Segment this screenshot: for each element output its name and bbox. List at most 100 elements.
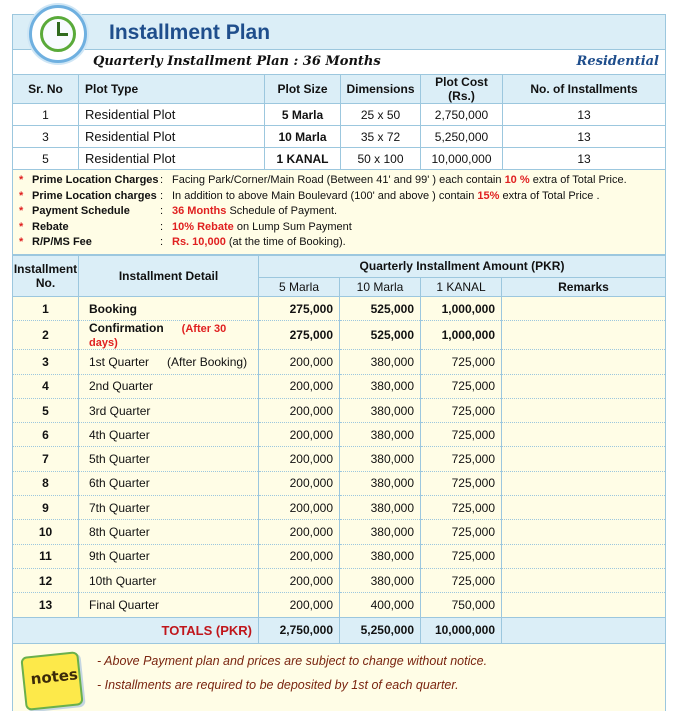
- installment-label: Booking: [89, 301, 137, 316]
- installment-label: 7th Quarter: [89, 500, 150, 515]
- installment-detail: 6th Quarter: [78, 470, 259, 497]
- installment-row: 9 7th Quarter 200,000 380,000 725,000: [12, 495, 666, 521]
- colon-separator: :: [160, 189, 164, 202]
- total-5-marla: 2,750,000: [258, 616, 340, 644]
- remarks-cell: [501, 373, 666, 399]
- installment-detail: Final Quarter: [78, 592, 259, 618]
- remarks-header: Remarks: [501, 276, 666, 297]
- total-10-marla: 5,250,000: [339, 616, 421, 644]
- remarks-cell: [501, 519, 666, 545]
- installment-detail: 7th Quarter: [78, 495, 259, 521]
- amount-header: Quarterly Installment Amount (PKR): [258, 254, 666, 278]
- plot-sr-no: 1: [12, 103, 79, 126]
- installment-detail: Confirmation (After 30 days): [78, 320, 259, 351]
- amount-1-kanal: 725,000: [420, 373, 502, 399]
- subtitle-bar: Quarterly Installment Plan : 36 Months R…: [12, 50, 666, 74]
- amount-10-marla: 380,000: [339, 349, 421, 375]
- charge-key: Prime Location charges: [32, 189, 157, 202]
- installment-no: 13: [12, 592, 79, 618]
- amount-1-kanal: 725,000: [420, 349, 502, 375]
- installment-label: Final Quarter: [89, 597, 160, 612]
- amount-10-marla: 380,000: [339, 397, 421, 424]
- remarks-cell: [501, 422, 666, 448]
- plan-category: Residential: [576, 54, 659, 69]
- plot-cost: 2,750,000: [420, 103, 503, 126]
- size-header: 10 Marla: [339, 276, 421, 297]
- plan-subtitle: Quarterly Installment Plan : 36 Months: [93, 54, 381, 69]
- bullet-icon: *: [19, 189, 24, 202]
- installment-label: 2nd Quarter: [89, 379, 154, 394]
- header-bar: Installment Plan: [12, 5, 666, 63]
- amount-5-marla: 200,000: [258, 592, 340, 618]
- installment-label: 4th Quarter: [89, 427, 150, 442]
- total-1-kanal: 10,000,000: [420, 616, 502, 644]
- installment-row: 4 2nd Quarter 200,000 380,000 725,000: [12, 373, 666, 399]
- charge-text: Facing Park/Corner/Main Road (Between 41…: [172, 174, 505, 186]
- installment-label: 8th Quarter: [89, 524, 150, 539]
- amount-10-marla: 380,000: [339, 422, 421, 448]
- bullet-icon: *: [19, 220, 24, 233]
- installment-note: (After Booking): [167, 354, 248, 369]
- installment-label: 1st Quarter: [89, 354, 150, 369]
- amount-1-kanal: 725,000: [420, 567, 502, 594]
- amount-1-kanal: 725,000: [420, 470, 502, 497]
- remarks-cell: [501, 320, 666, 351]
- charge-highlight: 10 %: [504, 174, 530, 186]
- installment-no: 8: [12, 470, 79, 497]
- bullet-icon: *: [19, 174, 24, 186]
- notes-icon: notes: [20, 650, 84, 711]
- col-header: Plot Cost (Rs.): [420, 74, 503, 104]
- amount-10-marla: 380,000: [339, 470, 421, 497]
- totals-row: TOTALS (PKR) 2,750,000 5,250,000 10,000,…: [12, 616, 666, 644]
- charge-row: * Prime Location charges: In addition to a…: [13, 189, 665, 205]
- bullet-icon: *: [19, 236, 24, 249]
- installment-row: 8 6th Quarter 200,000 380,000 725,000: [12, 470, 666, 497]
- colon-separator: :: [160, 236, 164, 249]
- installment-detail: 4th Quarter: [78, 422, 259, 448]
- plot-cost: 10,000,000: [420, 147, 503, 170]
- installment-no: 2: [12, 320, 79, 351]
- plot-installments: 13: [502, 103, 666, 126]
- amount-10-marla: 400,000: [339, 592, 421, 618]
- installment-no-header: Installment No.: [12, 254, 79, 297]
- installment-label: 5th Quarter: [89, 452, 150, 467]
- remarks-cell: [501, 397, 666, 424]
- installment-detail: 8th Quarter: [78, 519, 259, 545]
- charge-row: * Payment Schedule:36 Months Schedule of …: [13, 204, 665, 220]
- installment-row: 2 Confirmation (After 30 days) 275,000 525,0…: [12, 320, 666, 351]
- charge-text: In addition to above Main Boulevard (100…: [172, 189, 478, 202]
- plot-dimensions: 25 x 50: [340, 103, 421, 126]
- charge-key: Payment Schedule: [32, 205, 130, 218]
- charge-highlight: 36 Months: [172, 205, 227, 218]
- installment-no: 5: [12, 397, 79, 424]
- plot-row: 1 Residential Plot 5 Marla 25 x 50 2,750,000…: [12, 103, 666, 126]
- amount-5-marla: 200,000: [258, 470, 340, 497]
- amount-1-kanal: 725,000: [420, 495, 502, 521]
- remarks-cell: [501, 567, 666, 594]
- installment-no: 4: [12, 373, 79, 399]
- installment-row: 10 8th Quarter 200,000 380,000 725,000: [12, 519, 666, 545]
- charge-row: * Prime Location Charges: Facing Park/Corn…: [13, 173, 665, 189]
- amount-1-kanal: 725,000: [420, 397, 502, 424]
- installment-detail: 5th Quarter: [78, 446, 259, 472]
- charge-row: * R/P/MS Fee: Rs. 10,000 (at the time of B…: [13, 235, 665, 251]
- plot-row: 5 Residential Plot 1 KANAL 50 x 100 10,000,0…: [12, 147, 666, 170]
- installment-row: 11 9th Quarter 200,000 380,000 725,000: [12, 543, 666, 569]
- remarks-cell: [501, 470, 666, 497]
- installment-detail: 2nd Quarter: [78, 373, 259, 399]
- plot-installments: 13: [502, 147, 666, 170]
- col-header: Sr. No: [12, 74, 79, 104]
- col-header: Dimensions: [340, 74, 421, 104]
- amount-5-marla: 200,000: [258, 422, 340, 448]
- size-header: 1 KANAL: [420, 276, 502, 297]
- installment-no: 6: [12, 422, 79, 448]
- amount-10-marla: 525,000: [339, 295, 421, 322]
- amount-5-marla: 200,000: [258, 446, 340, 472]
- charge-text: extra of Total Price.: [529, 174, 627, 186]
- amount-1-kanal: 1,000,000: [420, 320, 502, 351]
- charge-value: Rs. 10,000 (at the time of Booking).: [172, 235, 346, 251]
- plot-type: Residential Plot: [78, 103, 265, 126]
- charge-row: * Rebate:10% Rebate on Lump Sum Payment: [13, 220, 665, 236]
- plot-table: Sr. No Plot Type Plot Size Dimensions Pl…: [12, 74, 666, 170]
- remarks-cell: [501, 543, 666, 569]
